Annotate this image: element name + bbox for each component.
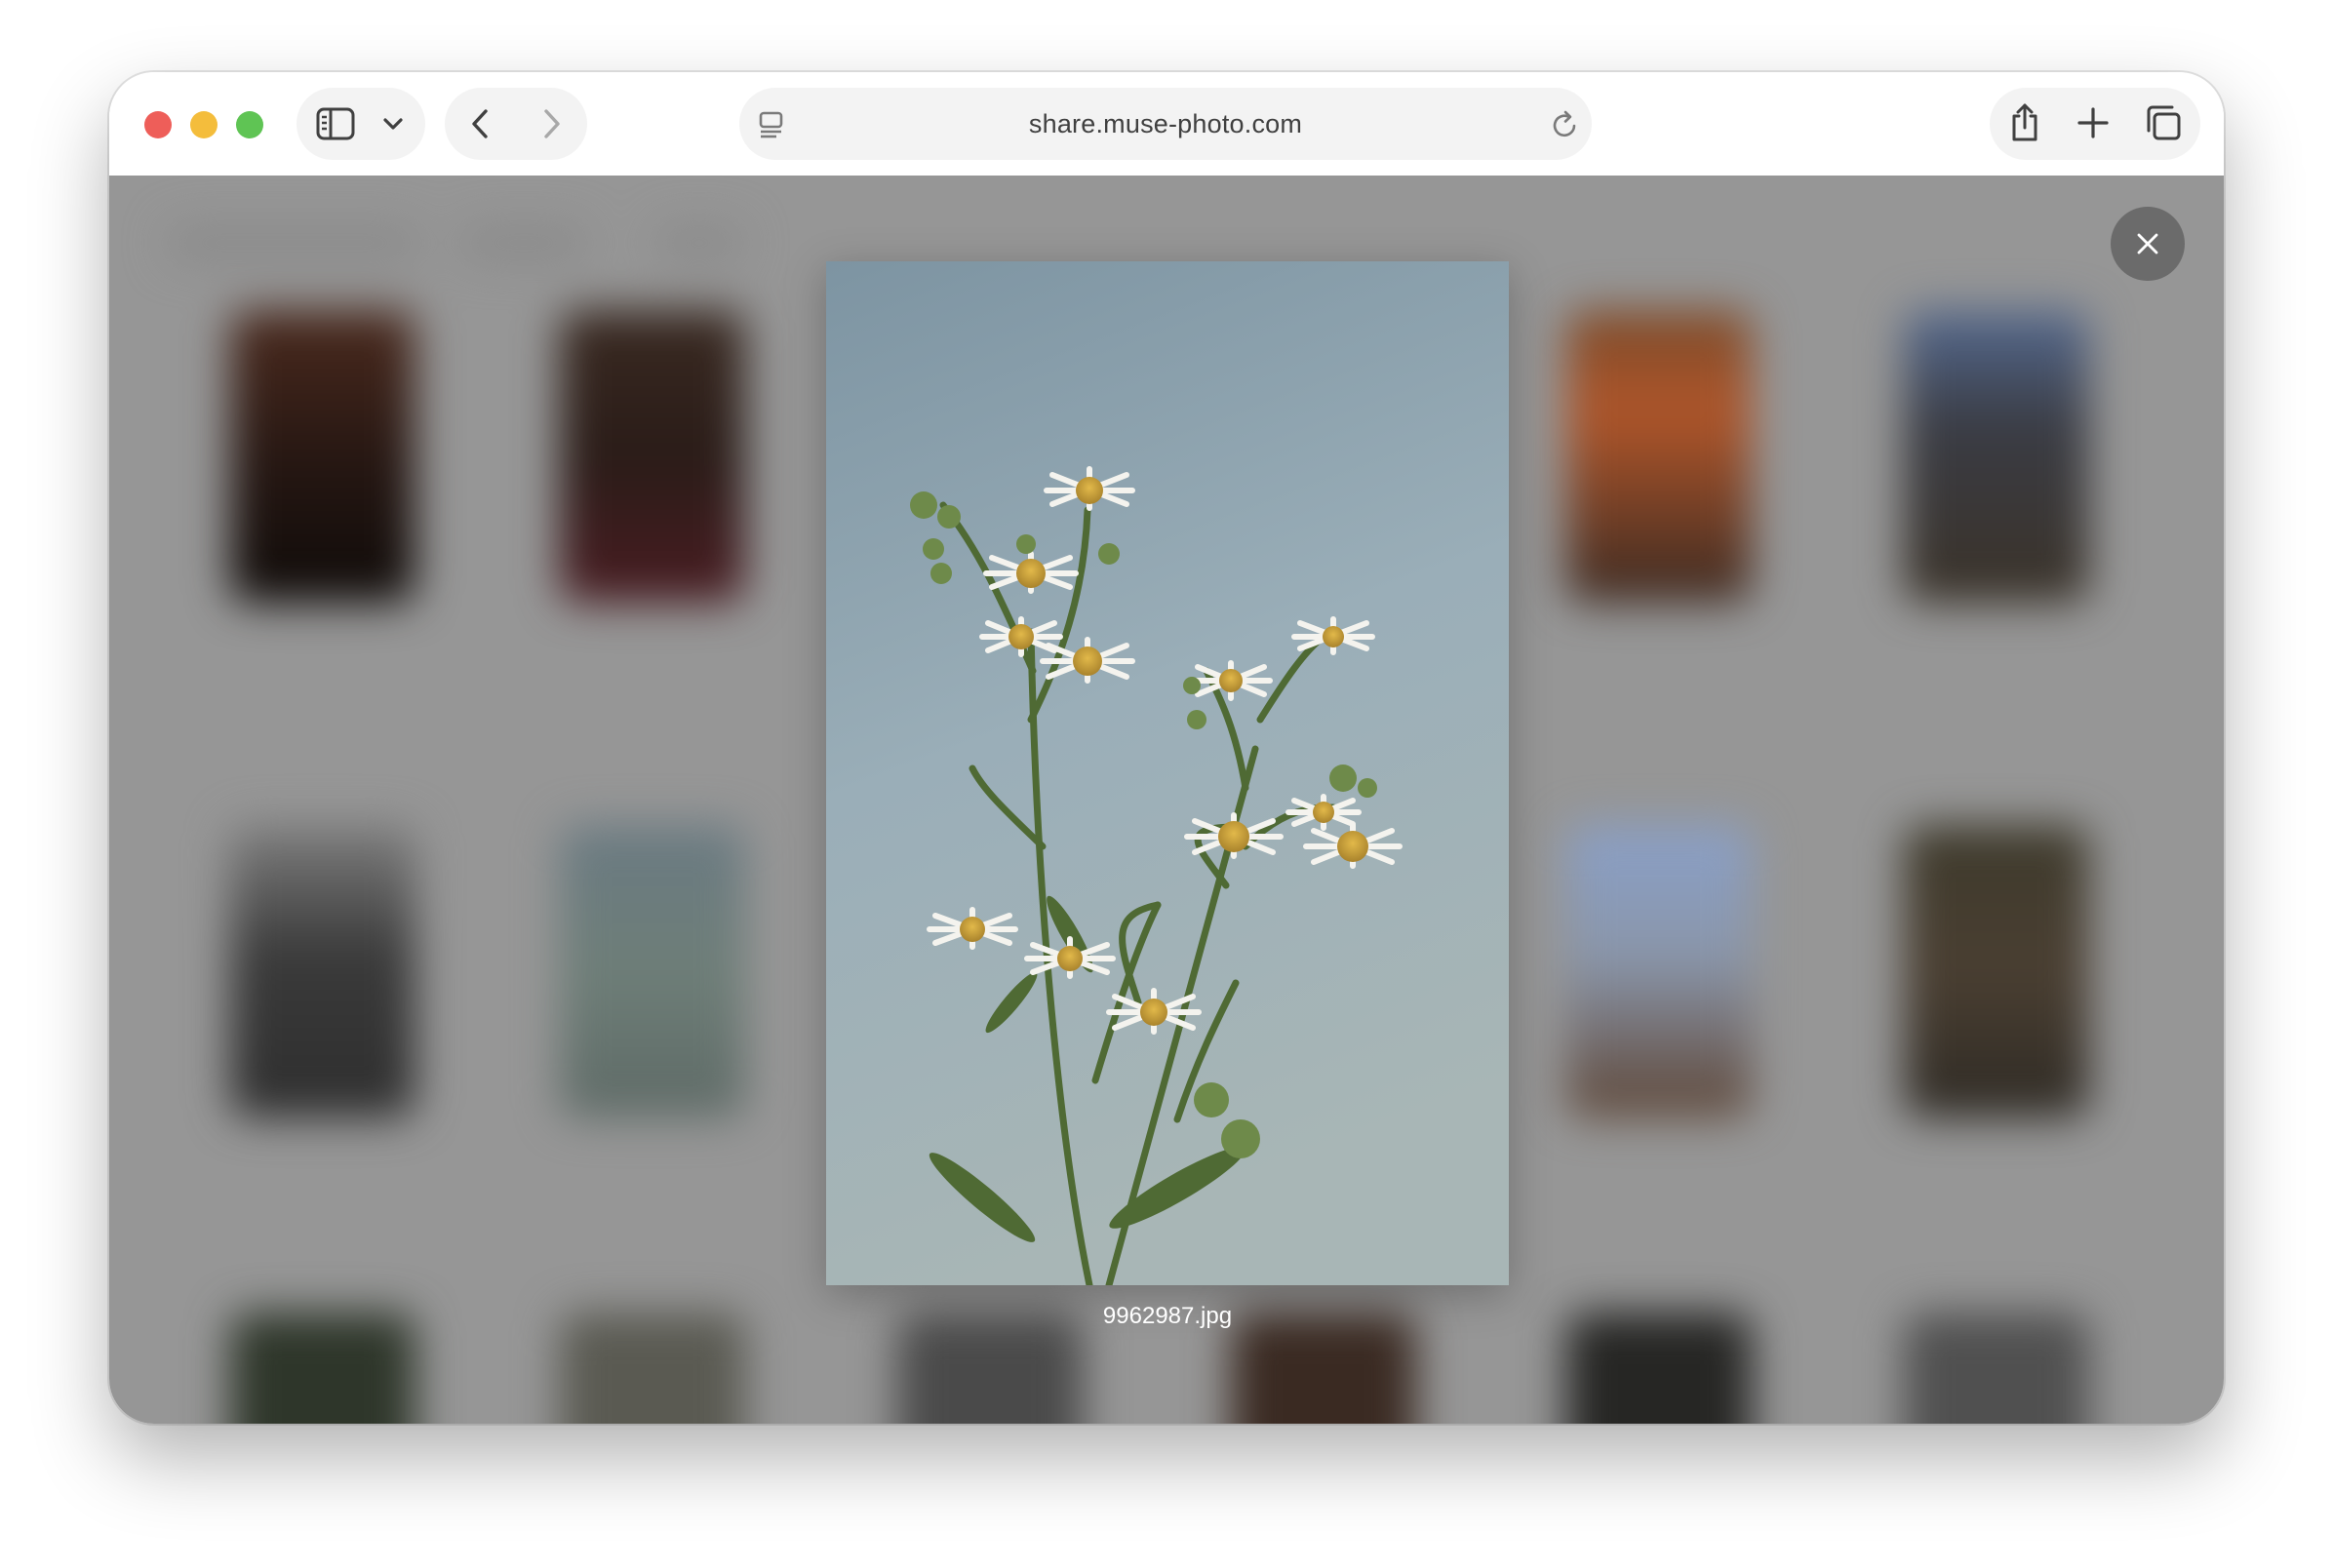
gallery-header-blur	[168, 226, 421, 259]
flower-photo-image	[826, 261, 1509, 1285]
gallery-thumbnail	[1904, 825, 2089, 1117]
gallery-thumbnail	[1566, 825, 1752, 1117]
window-minimize-button[interactable]	[190, 111, 217, 138]
photo-filename: 9962987.jpg	[1102, 1303, 1233, 1329]
gallery-header-blur	[460, 226, 587, 259]
close-icon	[2137, 233, 2158, 255]
gallery-thumbnail	[560, 825, 745, 1117]
gallery-thumbnail	[230, 310, 415, 603]
window-close-button[interactable]	[144, 111, 172, 138]
gallery-thumbnail	[1904, 1313, 2089, 1424]
browser-toolbar: share.muse-photo.com	[109, 72, 2224, 176]
gallery-header-blur	[655, 226, 743, 259]
chevron-down-icon[interactable]	[382, 115, 404, 133]
browser-window: share.muse-photo.com 9962987.jpg	[109, 72, 2224, 1424]
page-content: 9962987.jpg	[109, 176, 2224, 1424]
new-tab-icon[interactable]	[2076, 105, 2111, 140]
sidebar-toggle-icon[interactable]	[316, 106, 355, 141]
gallery-thumbnail	[230, 825, 415, 1117]
gallery-thumbnail	[560, 1313, 745, 1424]
gallery-thumbnail	[560, 310, 745, 603]
back-arrow-icon[interactable]	[466, 107, 495, 140]
url-text[interactable]: share.muse-photo.com	[739, 88, 1592, 160]
tab-overview-icon[interactable]	[2144, 103, 2183, 142]
sidebar-controls	[297, 88, 425, 160]
lightbox-photo	[826, 261, 1509, 1285]
gallery-thumbnail	[1566, 1313, 1752, 1424]
share-icon[interactable]	[2007, 101, 2042, 144]
lightbox-close-button[interactable]	[2111, 207, 2185, 281]
gallery-thumbnail	[1566, 310, 1752, 603]
window-maximize-button[interactable]	[236, 111, 263, 138]
gallery-thumbnail	[1904, 310, 2089, 603]
gallery-thumbnail	[230, 1313, 415, 1424]
reload-icon[interactable]	[1551, 109, 1580, 140]
address-bar[interactable]: share.muse-photo.com	[739, 88, 1592, 160]
navigation-controls	[445, 88, 587, 160]
forward-arrow-icon[interactable]	[536, 107, 566, 140]
browser-actions	[1990, 88, 2200, 160]
